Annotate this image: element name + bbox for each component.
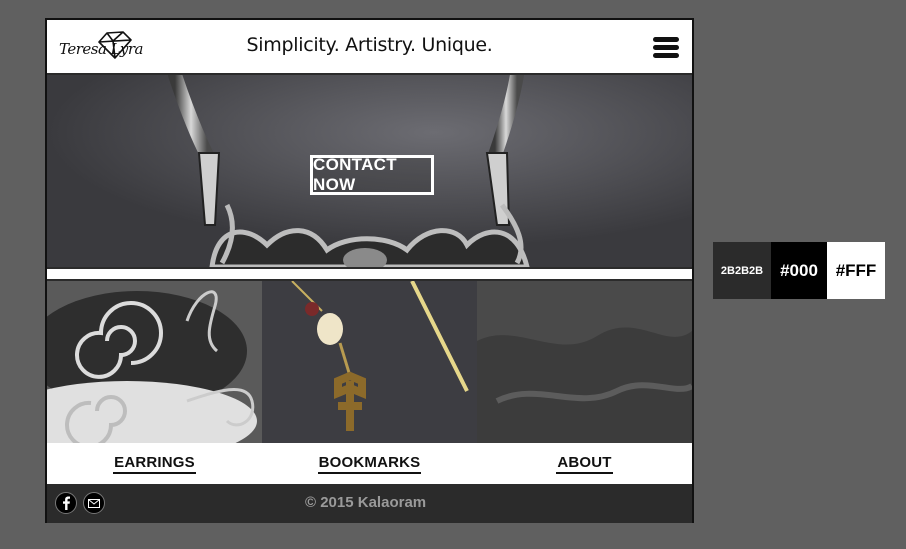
tagline: Simplicity. Artistry. Unique. — [246, 34, 493, 56]
copyright-text: © 2015 Kalaoram — [305, 494, 427, 511]
site-footer: © 2015 Kalaoram — [47, 484, 692, 523]
facebook-icon[interactable] — [55, 492, 77, 514]
about-image — [477, 281, 692, 443]
bookmarks-label[interactable]: BOOKMARKS — [317, 454, 422, 474]
hero-banner: CONTACT NOW — [47, 75, 692, 267]
site-mockup: Teresa Lyra Simplicity. Artistry. Unique… — [45, 18, 694, 523]
swatch-2b2b2b: 2B2B2B — [713, 242, 771, 299]
category-grid: EARRINGS BOOKMARKS ABOUT — [47, 281, 692, 484]
contact-now-button[interactable]: CONTACT NOW — [310, 155, 434, 195]
divider-strip — [47, 269, 692, 279]
swatch-label: #FFF — [835, 260, 877, 280]
bookmarks-image — [262, 281, 477, 443]
swatch-label: 2B2B2B — [720, 264, 764, 277]
earrings-label[interactable]: EARRINGS — [113, 454, 196, 474]
category-tile-bookmarks[interactable]: BOOKMARKS — [262, 281, 477, 484]
swatch-label: #000 — [780, 260, 818, 280]
swatch-white: #FFF — [827, 242, 885, 299]
earrings-image — [47, 281, 262, 443]
category-tile-about[interactable]: ABOUT — [477, 281, 692, 484]
color-palette: 2B2B2B #000 #FFF — [713, 242, 885, 299]
site-header: Teresa Lyra Simplicity. Artistry. Unique… — [47, 20, 692, 73]
category-tile-earrings[interactable]: EARRINGS — [47, 281, 262, 484]
about-label[interactable]: ABOUT — [556, 454, 613, 474]
swatch-black: #000 — [771, 242, 827, 299]
hamburger-menu-icon[interactable] — [653, 37, 679, 59]
email-icon[interactable] — [83, 492, 105, 514]
